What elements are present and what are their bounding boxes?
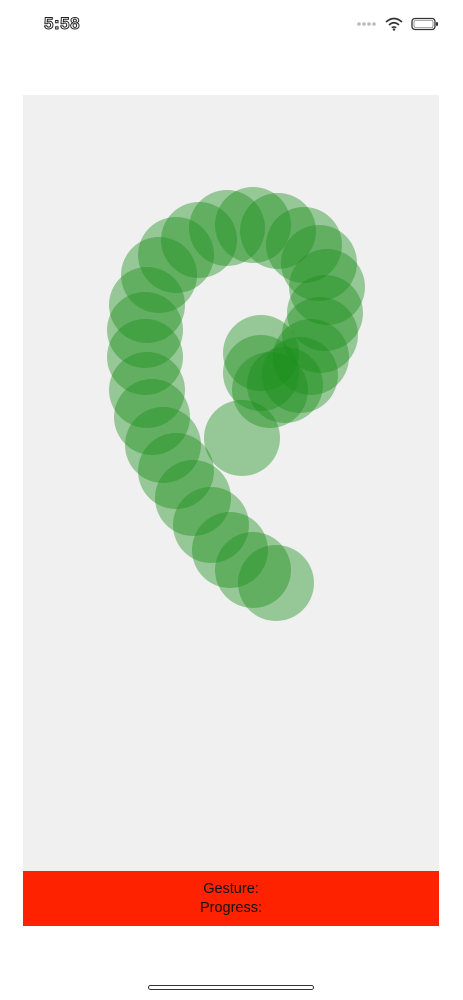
battery-icon [411, 17, 438, 31]
status-bar: 5:58 [0, 0, 463, 50]
trail-circle [204, 400, 280, 476]
gesture-canvas[interactable] [23, 95, 439, 871]
signal-dots-icon [357, 22, 376, 26]
info-panel: Gesture: Progress: [23, 871, 439, 926]
wifi-icon [385, 17, 403, 31]
trail-circle [238, 545, 314, 621]
status-time: 5:58 [43, 14, 81, 34]
status-icons [357, 14, 439, 34]
home-indicator[interactable] [148, 985, 314, 990]
circle-trail [107, 187, 365, 621]
gesture-label: Gesture: [203, 880, 259, 897]
progress-label: Progress: [199, 899, 263, 916]
